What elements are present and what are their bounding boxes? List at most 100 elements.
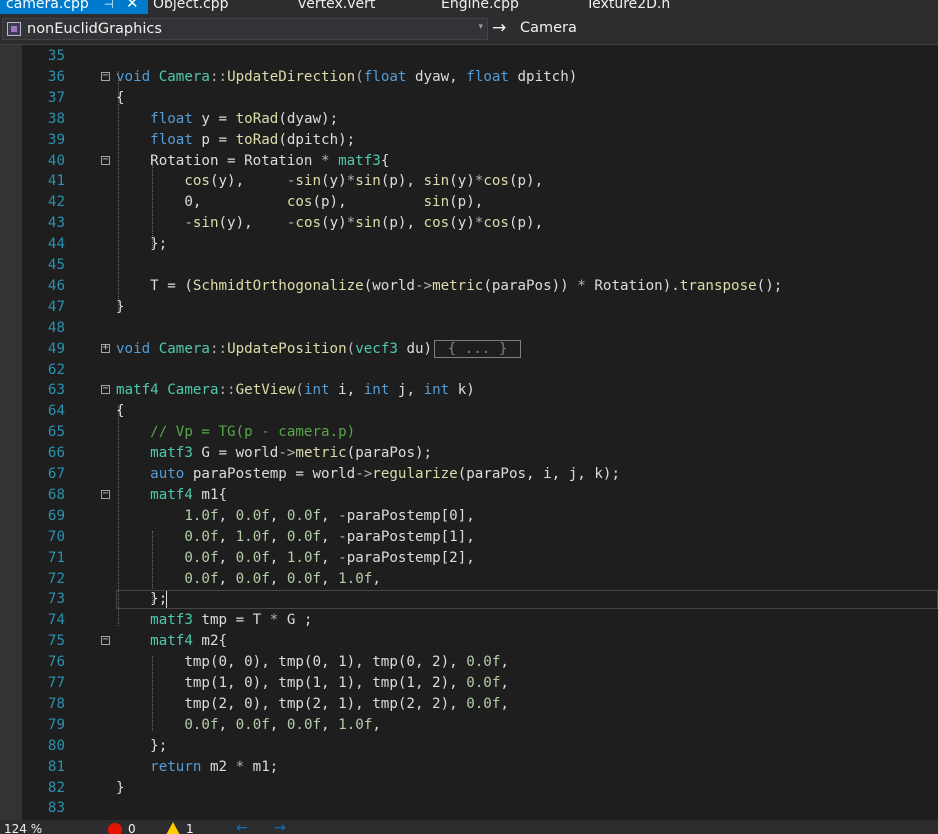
zoom-level[interactable]: 124 % — [4, 822, 42, 834]
code-token: UpdateDirection — [227, 68, 356, 85]
tab-camera-cpp[interactable]: camera.cpp ⊣ ✕ — [0, 0, 148, 14]
code-token: (y), — [218, 215, 287, 232]
warning-icon[interactable] — [166, 822, 180, 834]
code-line[interactable]: 78 tmp(2, 0), tmp(2, 1), tmp(2, 2), 0.0f… — [0, 694, 938, 715]
code-line[interactable]: 68 − matf4 m1{ — [0, 485, 938, 506]
code-token: toRad — [235, 131, 279, 148]
collapse-region-icon[interactable]: − — [101, 635, 110, 646]
arrow-left-icon[interactable]: ← — [236, 820, 248, 834]
code-token: k) — [449, 382, 475, 399]
code-line[interactable]: 67 auto paraPostemp = world->regularize(… — [0, 464, 938, 485]
collapse-region-icon[interactable]: − — [101, 154, 110, 165]
warning-count: 1 — [186, 822, 194, 834]
code-token: cos — [286, 194, 313, 211]
code-line[interactable]: 81 return m2 * m1; — [0, 757, 938, 778]
code-line[interactable]: 42 0, cos(p), sin(p), — [0, 192, 938, 213]
code-line[interactable]: 83 — [0, 798, 938, 819]
code-line[interactable]: 71 0.0f, 0.0f, 1.0f, -paraPostemp[2], — [0, 548, 938, 569]
code-line[interactable]: 76 tmp(0, 0), tmp(0, 1), tmp(0, 2), 0.0f… — [0, 652, 938, 673]
collapse-region-icon[interactable]: − — [101, 488, 110, 499]
code-line[interactable]: 35 — [0, 46, 938, 67]
code-line[interactable]: 47} — [0, 297, 938, 318]
code-line[interactable]: 44 }; — [0, 234, 938, 255]
line-number: 70 — [47, 528, 65, 545]
code-line[interactable]: 40 − Rotation = Rotation * matf3{ — [0, 151, 938, 172]
code-token: 1.0f — [235, 528, 270, 545]
code-text: matf3 tmp = T * G ; — [116, 610, 312, 631]
code-token: float — [466, 68, 509, 85]
code-line[interactable]: 38 float y = toRad(dyaw); — [0, 109, 938, 130]
code-line[interactable]: 46 T = (SchmidtOrthogonalize(world->metr… — [0, 276, 938, 297]
code-line[interactable]: 75 − matf4 m2{ — [0, 631, 938, 652]
code-line[interactable]: 63− matf4 Camera::GetView(int i, int j, i… — [0, 380, 938, 401]
code-line[interactable]: 62 — [0, 360, 938, 381]
member-dropdown[interactable]: → Camera — [490, 18, 936, 40]
code-text: }; — [116, 589, 167, 610]
code-token: (); — [756, 277, 783, 294]
code-token: { — [116, 89, 125, 106]
code-line[interactable]: 64 { — [0, 401, 938, 422]
code-line[interactable]: 36− void Camera::UpdateDirection(float dy… — [0, 67, 938, 88]
code-editor[interactable]: 35 36− void Camera::UpdateDirection(float … — [0, 45, 938, 820]
code-token: (p), — [380, 215, 424, 232]
project-dropdown[interactable]: nonEuclidGraphics ▾ — [2, 18, 488, 40]
code-text: 0.0f, 0.0f, 0.0f, 1.0f, — [116, 569, 381, 590]
code-text: 0.0f, 0.0f, 0.0f, 1.0f, — [116, 715, 381, 736]
code-line[interactable]: 65 // Vp = TG(p - camera.p) — [0, 422, 938, 443]
code-text: matf3 G = world->metric(paraPos); — [116, 443, 432, 464]
code-line[interactable]: 73 }; — [0, 589, 938, 610]
code-token: (y) — [449, 215, 475, 232]
code-text: -sin(y), -cos(y)*sin(p), cos(y)*cos(p), — [116, 213, 543, 234]
code-line[interactable]: 79 0.0f, 0.0f, 0.0f, 1.0f, — [0, 715, 938, 736]
collapse-region-icon[interactable]: − — [101, 384, 110, 395]
close-icon[interactable]: ✕ — [126, 0, 139, 13]
expand-region-icon[interactable]: + — [101, 342, 110, 353]
code-line[interactable]: 39 float p = toRad(dpitch); — [0, 130, 938, 151]
code-token: transpose — [679, 277, 757, 294]
code-token: -> — [278, 445, 296, 462]
error-icon[interactable] — [108, 823, 122, 834]
arrow-right-icon[interactable]: → — [274, 820, 286, 834]
line-number: 41 — [47, 173, 65, 190]
code-line[interactable]: 43 -sin(y), -cos(y)*sin(p), cos(y)*cos(p… — [0, 213, 938, 234]
code-token: , — [218, 570, 236, 587]
pin-icon[interactable]: ⊣ — [104, 0, 114, 14]
code-line[interactable]: 66 matf3 G = world->metric(paraPos); — [0, 443, 938, 464]
code-token: float — [150, 110, 193, 127]
code-line[interactable]: 70 0.0f, 1.0f, 0.0f, -paraPostemp[1], — [0, 527, 938, 548]
code-token: - — [338, 507, 347, 524]
code-line[interactable]: 37 { — [0, 88, 938, 109]
code-token: auto — [150, 466, 185, 482]
code-token: int — [303, 382, 330, 399]
code-token: - — [184, 215, 193, 232]
collapsed-region-button[interactable]: { ... } — [434, 339, 521, 358]
code-line[interactable]: 69 1.0f, 0.0f, 0.0f, -paraPostemp[0], — [0, 506, 938, 527]
code-line[interactable]: 74 matf3 tmp = T * G ; — [0, 610, 938, 631]
code-token: 0, — [116, 194, 287, 211]
chevron-down-icon[interactable]: ▾ — [478, 22, 483, 32]
code-token: y = — [192, 110, 236, 127]
code-line[interactable]: 82} — [0, 778, 938, 799]
code-token: , — [269, 507, 287, 524]
code-token: cos — [295, 215, 322, 232]
code-token: paraPostemp[2], — [346, 549, 475, 566]
code-line[interactable]: 49 + void Camera::UpdatePosition(vecf3 du)… — [0, 339, 938, 360]
line-number: 62 — [47, 361, 65, 378]
code-token: tmp(0, 0), tmp(0, 1), tmp(0, 2), — [116, 654, 467, 671]
code-line[interactable]: 48 — [0, 318, 938, 339]
code-token: (p), — [380, 173, 424, 190]
code-line[interactable]: 72 0.0f, 0.0f, 0.0f, 1.0f, — [0, 569, 938, 590]
code-line[interactable]: 77 tmp(1, 0), tmp(1, 1), tmp(1, 2), 0.0f… — [0, 673, 938, 694]
code-token: - — [338, 549, 347, 566]
code-line[interactable]: 41 cos(y), -sin(y)*sin(p), sin(y)*cos(p)… — [0, 171, 938, 192]
code-token: , — [269, 716, 287, 733]
code-token: i, — [329, 382, 364, 399]
code-line[interactable]: 45 — [0, 255, 938, 276]
collapse-region-icon[interactable]: − — [101, 70, 110, 81]
code-line[interactable]: 80 }; — [0, 736, 938, 757]
